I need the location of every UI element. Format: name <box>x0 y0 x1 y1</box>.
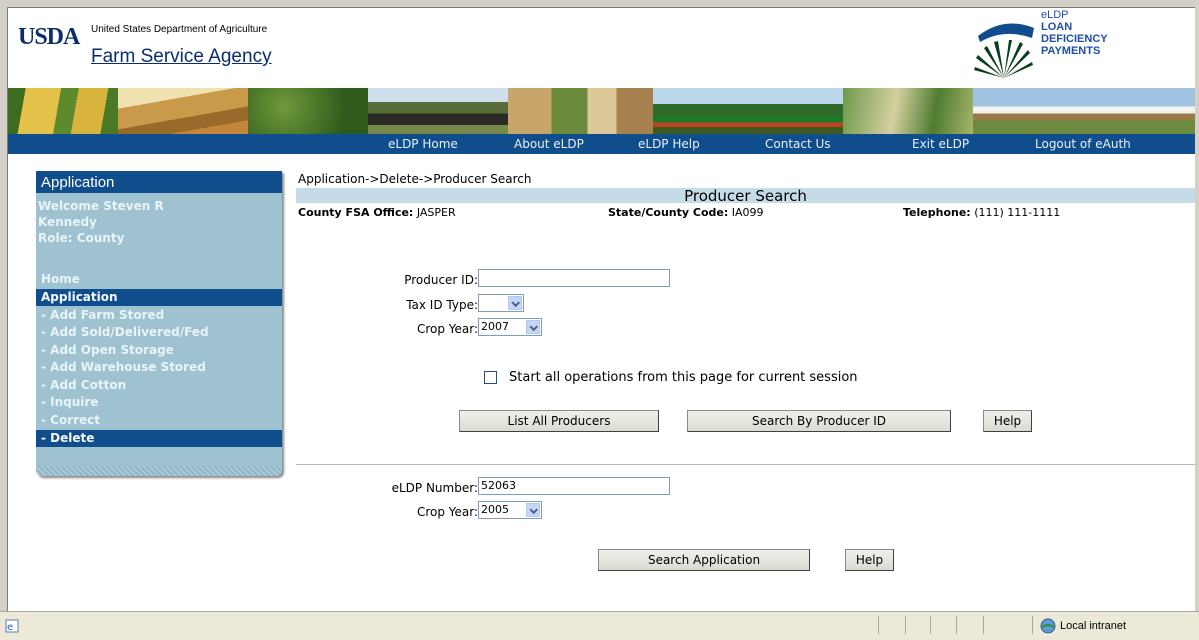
help-button-application[interactable]: Help <box>845 549 894 571</box>
page-title-bar: Producer Search <box>296 187 1195 205</box>
eldp-number-label: eLDP Number: <box>391 481 478 495</box>
search-application-button[interactable]: Search Application <box>598 549 810 571</box>
chevron-down-icon[interactable] <box>526 503 540 517</box>
sidebar-item-add-cotton[interactable]: - Add Cotton <box>36 377 282 394</box>
sidebar-title: Application <box>41 174 115 191</box>
help-button-producer[interactable]: Help <box>983 410 1032 432</box>
telephone-value: (111) 111-1111 <box>974 206 1061 219</box>
search-by-producer-id-button[interactable]: Search By Producer ID <box>687 410 951 432</box>
crop-year-value: 2007 <box>481 320 509 333</box>
telephone-label: Telephone: <box>903 206 971 219</box>
sidebar-item-add-sold-delivered-fed[interactable]: - Add Sold/Delivered/Fed <box>36 324 282 341</box>
state-county-info: State/County Code: IA099 <box>608 206 764 219</box>
telephone-info: Telephone: (111) 111-1111 <box>903 206 1060 219</box>
county-office-label: County FSA Office: <box>298 206 414 219</box>
tax-id-type-select[interactable] <box>478 294 524 312</box>
sidebar-item-add-open-storage[interactable]: - Add Open Storage <box>36 342 282 359</box>
crop-year-2-select[interactable]: 2005 <box>478 501 542 519</box>
user-role: Role: County <box>38 231 125 245</box>
nav-eldp-help[interactable]: eLDP Help <box>638 137 700 151</box>
eldp-logo-line3: PAYMENTS <box>1041 45 1101 57</box>
agency-link[interactable]: Farm Service Agency <box>91 46 272 68</box>
sidebar-item-correct[interactable]: - Correct <box>36 412 282 429</box>
page-content: USDA United States Department of Agricul… <box>7 7 1195 612</box>
nav-eldp-home[interactable]: eLDP Home <box>388 137 458 151</box>
status-divider <box>983 616 984 634</box>
wheat-field-photo <box>118 88 248 134</box>
globe-icon <box>1040 618 1056 634</box>
county-office-value: JASPER <box>416 206 456 219</box>
section-divider <box>296 464 1195 465</box>
usda-logo[interactable]: USDA <box>18 24 80 51</box>
county-office-info: County FSA Office: JASPER <box>298 206 456 219</box>
crop-year-select[interactable]: 2007 <box>478 318 542 336</box>
producer-id-input[interactable] <box>478 269 670 287</box>
eldp-number-input[interactable]: 52063 <box>478 477 670 495</box>
status-divider <box>878 616 879 634</box>
start-operations-checkbox[interactable] <box>484 371 497 384</box>
breadcrumb: Application->Delete->Producer Search <box>298 172 532 186</box>
rice-photo <box>843 88 973 134</box>
page-title: Producer Search <box>684 187 807 205</box>
sidebar-item-delete[interactable]: - Delete <box>36 430 282 447</box>
status-divider <box>930 616 931 634</box>
corn-photo <box>8 88 118 134</box>
page-header: USDA United States Department of Agricul… <box>8 8 1195 88</box>
header-photo-strip <box>8 88 1195 134</box>
nav-logout-eauth[interactable]: Logout of eAuth <box>1035 137 1131 151</box>
eldp-logo-title: eLDP <box>1041 9 1069 21</box>
browser-window: USDA United States Department of Agricul… <box>0 0 1199 640</box>
sidebar-item-inquire[interactable]: - Inquire <box>36 394 282 411</box>
ie-page-icon: e <box>5 619 19 633</box>
sidebar-item-add-farm-stored[interactable]: - Add Farm Stored <box>36 307 282 324</box>
welcome-line-1: Welcome Steven R <box>38 199 164 213</box>
state-county-value: IA099 <box>731 206 764 219</box>
list-all-producers-button[interactable]: List All Producers <box>459 410 659 432</box>
state-county-label: State/County Code: <box>608 206 729 219</box>
status-divider <box>905 616 906 634</box>
top-navigation: eLDP Home About eLDP eLDP Help Contact U… <box>8 134 1195 154</box>
svg-text:e: e <box>7 622 13 633</box>
sidebar-footer <box>36 466 282 476</box>
nav-exit-eldp[interactable]: Exit eLDP <box>912 137 969 151</box>
department-name: United States Department of Agriculture <box>91 24 268 35</box>
eldp-logo-line2: DEFICIENCY <box>1041 33 1108 45</box>
browser-status-bar: e Local intranet <box>0 611 1199 640</box>
eldp-logo-line1: LOAN <box>1041 21 1073 33</box>
tractor-photo <box>653 88 843 134</box>
crop-year-label: Crop Year: <box>416 322 478 336</box>
nav-contact-us[interactable]: Contact Us <box>765 137 831 151</box>
producer-id-label: Producer ID: <box>404 273 478 287</box>
sidebar-item-add-warehouse-stored[interactable]: - Add Warehouse Stored <box>36 359 282 376</box>
soybean-photo <box>248 88 368 134</box>
cotton-photo <box>973 88 1195 134</box>
crop-year-2-label: Crop Year: <box>416 505 478 519</box>
sidebar: Application Welcome Steven R Kennedy Rol… <box>36 171 282 476</box>
welcome-line-2: Kennedy <box>38 215 97 229</box>
combine-photo <box>368 88 508 134</box>
nav-about-eldp[interactable]: About eLDP <box>514 137 584 151</box>
security-zone-text: Local intranet <box>1060 620 1127 632</box>
chevron-down-icon[interactable] <box>526 320 540 334</box>
chevron-down-icon[interactable] <box>508 296 522 310</box>
grain-photo <box>508 88 653 134</box>
status-divider <box>1032 616 1033 634</box>
tax-id-type-label: Tax ID Type: <box>406 298 478 312</box>
start-operations-label: Start all operations from this page for … <box>509 370 858 385</box>
sidebar-header: Application <box>36 171 282 193</box>
crop-year-2-value: 2005 <box>481 503 509 516</box>
sidebar-item-application[interactable]: Application <box>36 289 282 306</box>
welcome-text: Welcome Steven R Kennedy Role: County <box>38 198 278 246</box>
status-divider <box>956 616 957 634</box>
sidebar-item-home[interactable]: Home <box>36 271 282 288</box>
